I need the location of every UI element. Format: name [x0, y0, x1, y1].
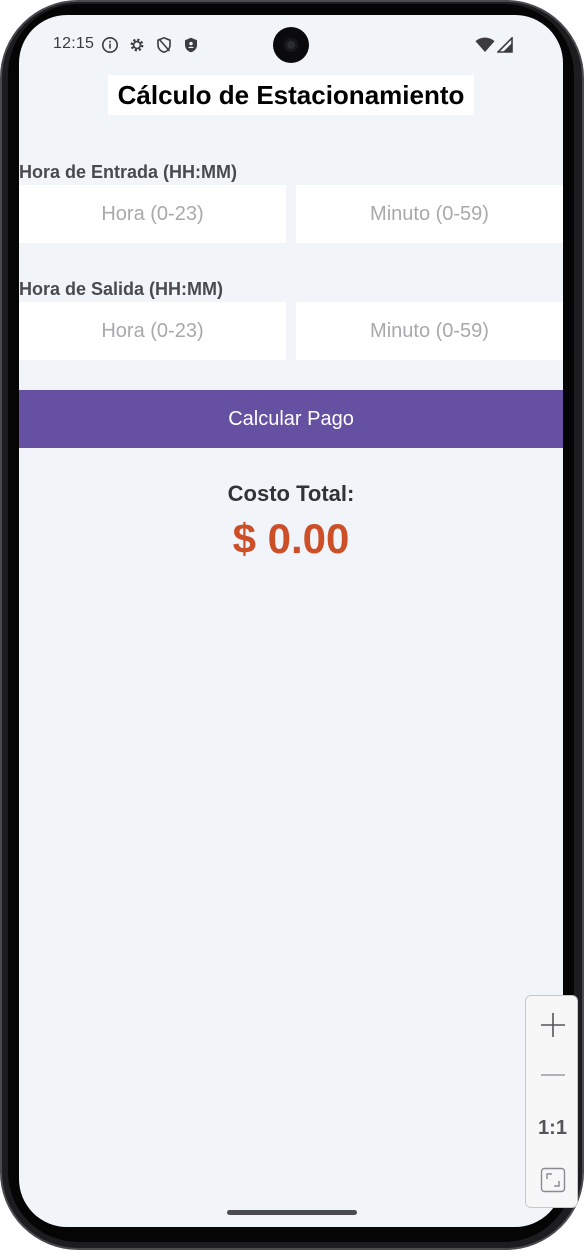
home-indicator[interactable]: [227, 1210, 357, 1215]
fit-screen-button[interactable]: [526, 1155, 579, 1205]
exit-hour-input[interactable]: [19, 302, 286, 360]
zoom-controls-panel: 1:1: [525, 995, 578, 1208]
app-screen: 12:15 Cálculo de Estacionamiento Hora de…: [19, 15, 563, 1227]
page-title: Cálculo de Estacionamiento: [108, 75, 474, 115]
shield-outline-icon: [157, 36, 171, 54]
zoom-in-button[interactable]: [526, 1000, 579, 1050]
system-icons: [475, 37, 513, 53]
fit-screen-icon: [540, 1167, 565, 1193]
entry-hour-input[interactable]: [19, 185, 286, 243]
device-screenshot: 12:15 Cálculo de Estacionamiento Hora de…: [0, 0, 584, 1256]
total-cost-label: Costo Total:: [227, 481, 355, 506]
total-cost-value: $ 0.00: [232, 515, 350, 562]
minus-icon: [540, 1074, 565, 1076]
entry-time-label: Hora de Entrada (HH:MM): [19, 162, 238, 182]
status-time: 12:15: [53, 35, 95, 52]
zoom-out-button[interactable]: [526, 1050, 579, 1100]
gear-icon: [130, 38, 144, 52]
front-camera: [273, 27, 309, 63]
exit-time-label: Hora de Salida (HH:MM): [19, 279, 224, 299]
zoom-reset-button[interactable]: 1:1: [526, 1103, 579, 1153]
info-icon: [102, 37, 118, 53]
calculate-payment-button[interactable]: Calcular Pago: [19, 390, 563, 448]
notification-icons: [101, 36, 200, 54]
signal-icon: [497, 37, 513, 53]
plus-icon: [540, 1013, 565, 1037]
exit-minute-input[interactable]: [296, 302, 563, 360]
entry-minute-input[interactable]: [296, 185, 563, 243]
wifi-icon: [475, 37, 495, 52]
status-bar: 12:15: [19, 15, 563, 75]
shield-filled-icon: [185, 37, 197, 53]
